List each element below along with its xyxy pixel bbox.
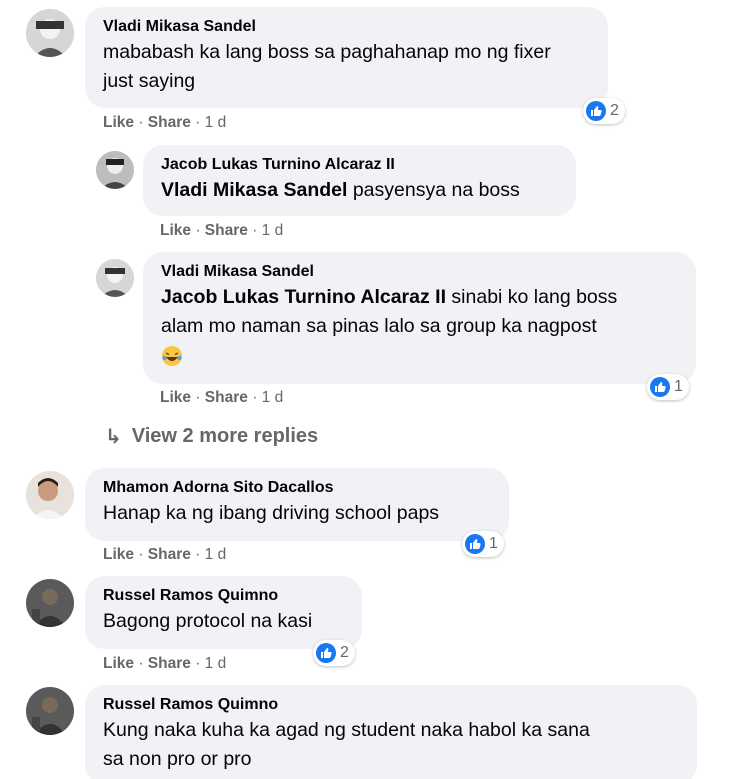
reply-arrow-icon: ↳ [105,426,122,448]
comment-author[interactable]: Jacob Lukas Turnino Alcaraz II [161,154,562,176]
comment-bubble: Mhamon Adorna Sito Dacallos Hanap ka ng … [85,468,509,541]
reaction-count: 1 [674,378,683,395]
reaction-badge[interactable]: 1 [647,374,689,400]
comment-text: mababash ka lang boss sa paghahanap mo n… [103,41,551,63]
like-link[interactable]: Like [103,655,134,672]
comment-text: Jacob Lukas Turnino Alcaraz II sinabi ko… [161,283,682,312]
comment-author[interactable]: Russel Ramos Quimno [103,585,348,607]
reaction-badge[interactable]: 1 [462,531,504,557]
mention-tag[interactable]: Vladi Mikasa Sandel [161,179,347,201]
reaction-badge[interactable]: 2 [583,98,625,124]
separator: · [134,114,148,131]
thumbs-up-icon [316,643,336,663]
comment-text-body: sinabi ko lang boss [446,286,618,308]
laughing-emoji-icon [162,345,182,366]
comment-text-body: pasyensya na boss [347,179,520,201]
comment-author[interactable]: Vladi Mikasa Sandel [103,16,594,38]
share-link[interactable]: Share [148,114,191,131]
avatar[interactable] [26,9,74,57]
comment-actions: Like · Share · 1 d [103,113,226,133]
timestamp[interactable]: 1 d [262,222,284,239]
reaction-count: 2 [610,102,619,119]
share-link[interactable]: Share [205,389,248,406]
comment-author[interactable]: Mhamon Adorna Sito Dacallos [103,477,495,499]
timestamp[interactable]: 1 d [262,389,284,406]
separator: · [190,546,205,563]
comment-bubble: Russel Ramos Quimno Bagong protocol na k… [85,576,362,649]
separator: · [191,389,205,406]
timestamp[interactable]: 1 d [205,546,227,563]
comment-actions: Like · Share · 1 d [103,654,226,674]
comment-text: sa non pro or pro [103,748,252,770]
comment-text: alam mo naman sa pinas lalo sa group ka … [161,315,597,337]
avatar[interactable] [96,259,134,297]
separator: · [134,655,148,672]
share-link[interactable]: Share [148,546,191,563]
timestamp[interactable]: 1 d [205,114,227,131]
comment-text: Hanap ka ng ibang driving school paps [103,502,440,524]
share-link[interactable]: Share [205,222,248,239]
comment-text: just saying [103,70,196,92]
separator: · [191,222,205,239]
comment-text [161,341,682,370]
like-link[interactable]: Like [160,222,191,239]
comment-text: Vladi Mikasa Sandel pasyensya na boss [161,176,562,205]
share-link[interactable]: Share [148,655,191,672]
view-more-label: View 2 more replies [131,425,319,447]
thumbs-up-icon [586,101,606,121]
comment-text: Kung naka kuha ka agad ng student naka h… [103,719,590,741]
mention-tag[interactable]: Jacob Lukas Turnino Alcaraz II [161,286,446,308]
like-link[interactable]: Like [103,546,134,563]
reaction-count: 1 [489,535,498,552]
avatar[interactable] [26,687,74,735]
reaction-badge[interactable]: 2 [313,640,355,666]
avatar[interactable] [26,471,74,519]
comment-bubble: Vladi Mikasa Sandel mababash ka lang bos… [85,7,608,108]
comment-actions: Like · Share · 1 d [160,388,283,408]
separator: · [190,114,205,131]
avatar[interactable] [26,579,74,627]
reaction-count: 2 [340,644,349,661]
view-more-replies-link[interactable]: ↳ View 2 more replies [105,424,318,449]
comment-bubble: Russel Ramos Quimno Kung naka kuha ka ag… [85,685,697,779]
separator: · [247,222,262,239]
reply-bubble: Jacob Lukas Turnino Alcaraz II Vladi Mik… [143,145,576,216]
comment-author[interactable]: Vladi Mikasa Sandel [161,261,682,283]
comment-author[interactable]: Russel Ramos Quimno [103,694,683,716]
comment-text: Bagong protocol na kasi [103,610,313,632]
comment-actions: Like · Share · 1 d [103,545,226,565]
like-link[interactable]: Like [103,114,134,131]
timestamp[interactable]: 1 d [205,655,227,672]
comment-actions: Like · Share · 1 d [160,221,283,241]
like-link[interactable]: Like [160,389,191,406]
separator: · [247,389,262,406]
separator: · [190,655,205,672]
separator: · [134,546,148,563]
avatar[interactable] [96,151,134,189]
reply-bubble: Vladi Mikasa Sandel Jacob Lukas Turnino … [143,252,696,384]
thumbs-up-icon [465,534,485,554]
thumbs-up-icon [650,377,670,397]
